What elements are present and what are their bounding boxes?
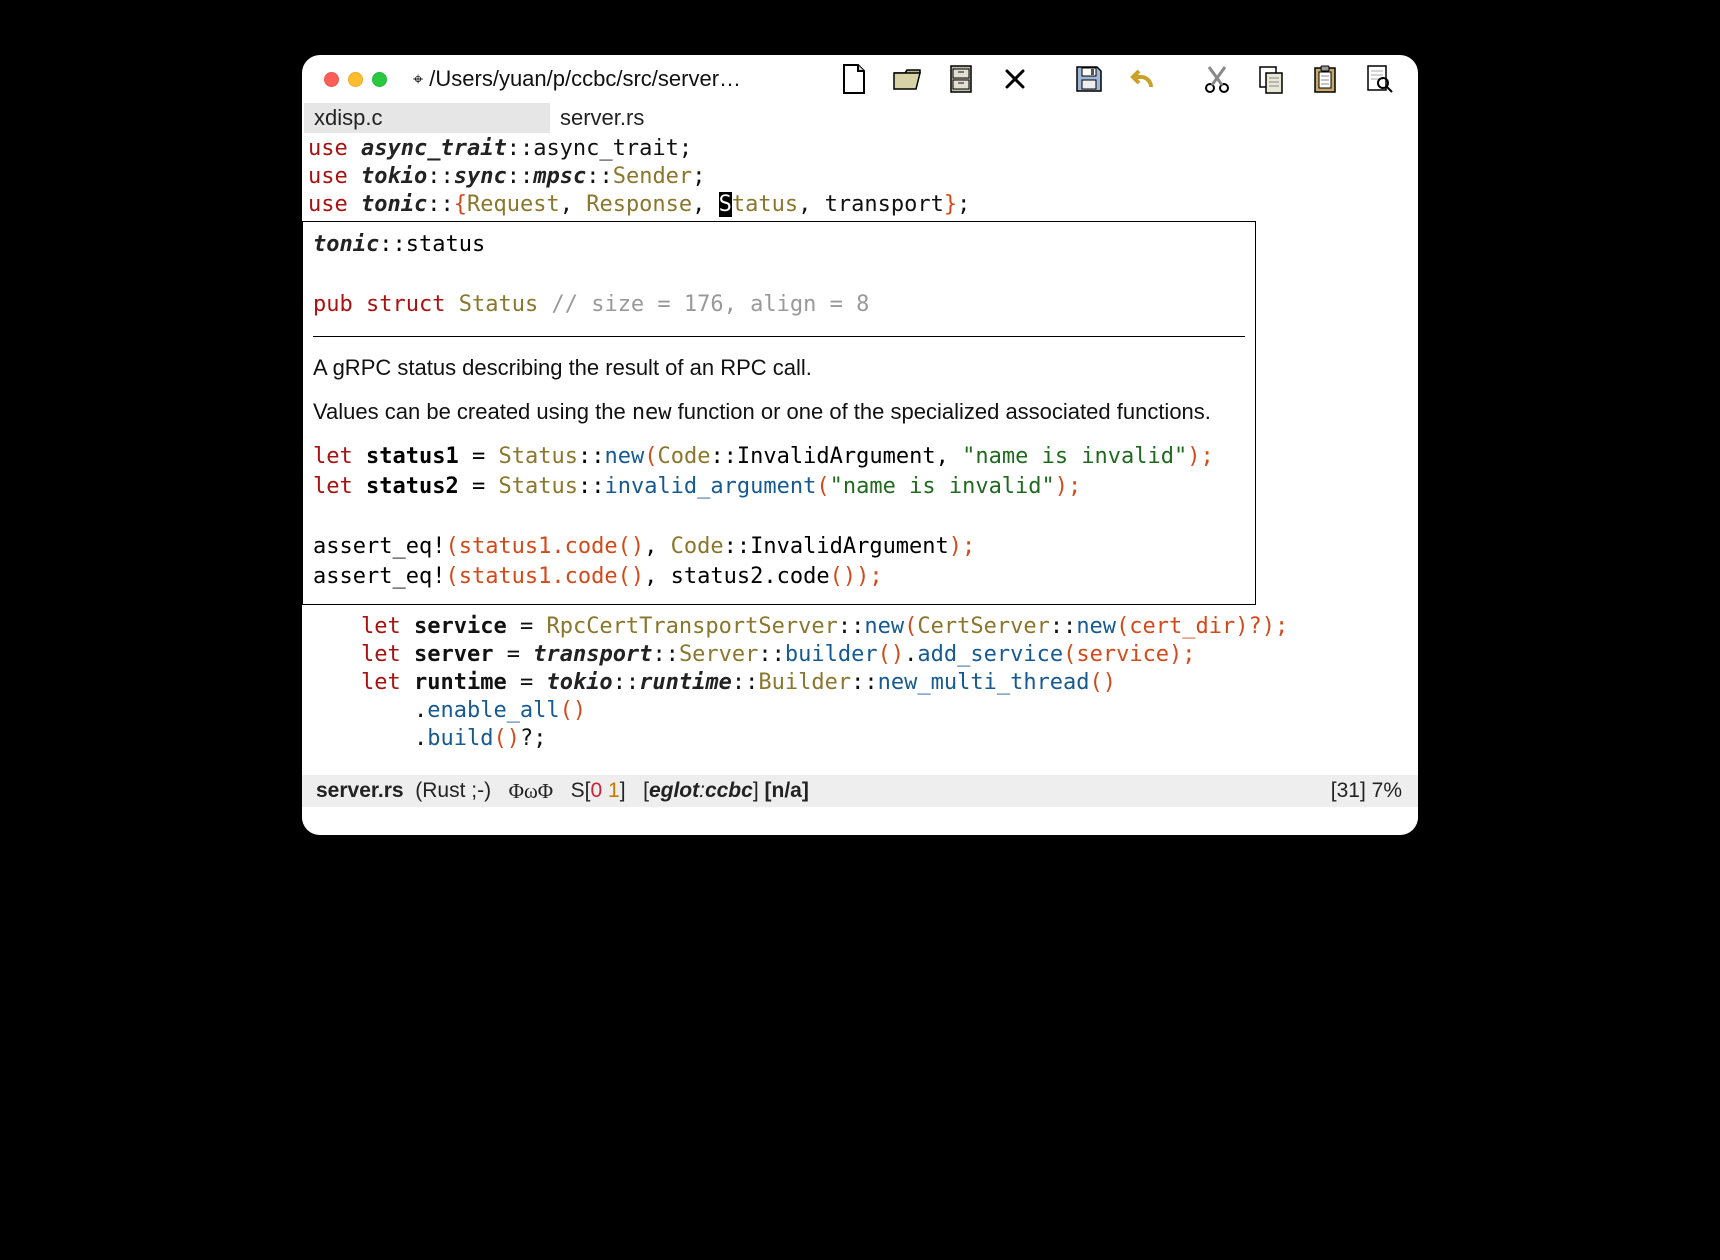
tab-bar: xdisp.c server.rs (302, 103, 1418, 133)
tab-xdisp[interactable]: xdisp.c (304, 103, 550, 133)
dired-button[interactable] (944, 62, 978, 96)
eglot-indicator: eglot (649, 779, 699, 803)
lsp-hover-popup: tonic::status pub struct Status // size … (302, 221, 1256, 605)
mode-line[interactable]: server.rs (Rust ;-) ΦωΦ S [ 0 1 ] [ eglo… (302, 775, 1418, 807)
flycheck-warnings: 1 (608, 779, 620, 803)
tab-label: xdisp.c (314, 105, 382, 131)
tab-label: server.rs (560, 105, 644, 131)
tab-server[interactable]: server.rs (550, 103, 658, 133)
paste-button[interactable] (1308, 62, 1342, 96)
code-editor[interactable]: use async_trait::async_trait; use tokio:… (302, 133, 1418, 219)
cut-button[interactable] (1200, 62, 1234, 96)
hover-example: let status1 = Status::new(Code::InvalidA… (313, 442, 1245, 592)
save-button[interactable] (1072, 62, 1106, 96)
new-file-button[interactable] (836, 62, 870, 96)
copy-icon (1255, 63, 1287, 95)
crate-name: async_trait (361, 136, 507, 161)
kill-buffer-button[interactable] (998, 62, 1032, 96)
find-button[interactable] (1362, 62, 1396, 96)
crate-name: tokio (361, 164, 427, 189)
eglot-project: ccbc (705, 779, 753, 803)
flycheck-errors: 0 (591, 779, 603, 803)
position-indicator: [31] 7% (1331, 779, 1402, 803)
open-button[interactable] (890, 62, 924, 96)
folder-open-icon (891, 63, 923, 95)
toolbar (836, 62, 1402, 96)
window-title-text: /Users/yuan/p/ccbc/src/server… (429, 66, 741, 91)
code-text: ::async_trait; (507, 136, 692, 161)
titlebar: ⌖ /Users/yuan/p/ccbc/src/server… (302, 55, 1418, 103)
editor-window: ⌖ /Users/yuan/p/ccbc/src/server… (302, 55, 1418, 835)
kw-use: use (308, 136, 348, 161)
undo-icon (1127, 63, 1159, 95)
nyan-indicator: ΦωΦ (509, 779, 554, 804)
code-editor-continued[interactable]: let service = RpcCertTransportServer::ne… (302, 605, 1418, 753)
crate-name: tonic (361, 192, 427, 217)
close-icon (1003, 67, 1027, 91)
hover-doc: A gRPC status describing the result of a… (313, 353, 1245, 428)
undo-button[interactable] (1126, 62, 1160, 96)
doc-paragraph: A gRPC status describing the result of a… (313, 353, 1245, 383)
traffic-lights (324, 72, 387, 87)
close-window-button[interactable] (324, 72, 339, 87)
save-icon (1073, 63, 1105, 95)
major-mode: (Rust ;-) (415, 779, 491, 803)
inline-code: new (632, 400, 672, 425)
scissors-icon (1201, 63, 1233, 95)
kw-use: use (308, 192, 348, 217)
mode-line-left: server.rs (Rust ;-) ΦωΦ S [ 0 1 ] [ eglo… (316, 779, 809, 804)
vc-status: [n/a] (765, 779, 809, 803)
flycheck-label: S (571, 779, 585, 803)
buffer-name: server.rs (316, 779, 404, 803)
search-icon (1363, 63, 1395, 95)
minimize-window-button[interactable] (348, 72, 363, 87)
file-cabinet-icon (945, 63, 977, 95)
kw-use: use (308, 164, 348, 189)
window-title: ⌖ /Users/yuan/p/ccbc/src/server… (413, 66, 741, 92)
hover-divider (313, 336, 1245, 337)
new-file-icon (837, 63, 869, 95)
copy-button[interactable] (1254, 62, 1288, 96)
zoom-window-button[interactable] (372, 72, 387, 87)
text-cursor: S (719, 192, 732, 217)
clipboard-icon (1309, 63, 1341, 95)
doc-paragraph: Values can be created using the new func… (313, 397, 1245, 428)
echo-area[interactable] (302, 807, 1418, 835)
modified-indicator: ⌖ (413, 69, 423, 89)
hover-path: tonic::status pub struct Status // size … (313, 230, 1245, 320)
